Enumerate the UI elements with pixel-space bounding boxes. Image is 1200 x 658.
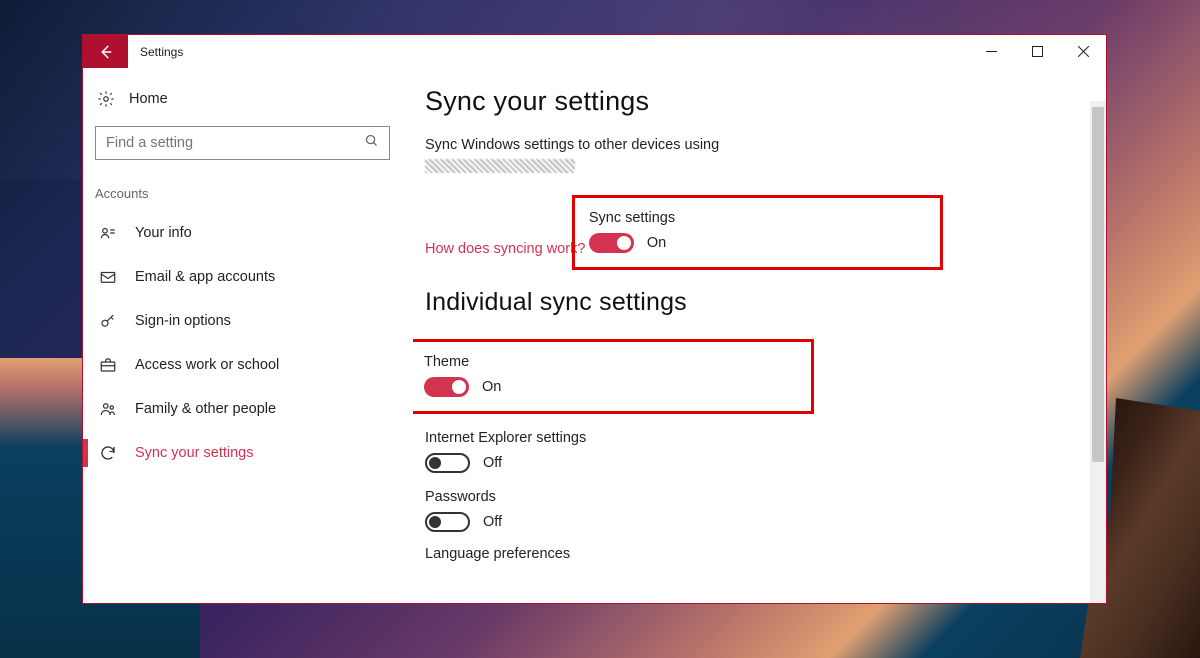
search-icon [364,133,379,153]
maximize-button[interactable] [1014,35,1060,68]
sidebar-item-access-work-school[interactable]: Access work or school [95,343,401,387]
scrollbar[interactable] [1090,101,1106,603]
close-button[interactable] [1060,35,1106,68]
individual-sync-heading: Individual sync settings [425,288,1106,317]
sync-settings-toggle[interactable] [589,233,634,253]
home-button[interactable]: Home [95,80,401,126]
theme-state: On [482,379,501,395]
back-button[interactable] [83,35,128,68]
sidebar-item-label: Sync your settings [135,445,253,461]
gear-icon [97,90,115,108]
language-prefs-label: Language preferences [425,546,1106,562]
ie-settings-state: Off [483,455,502,471]
scrollbar-thumb[interactable] [1092,107,1104,462]
passwords-toggle[interactable] [425,512,470,532]
theme-toggle[interactable] [424,377,469,397]
home-label: Home [129,91,168,107]
page-title: Sync your settings [425,86,1106,117]
sidebar-item-label: Email & app accounts [135,269,275,285]
highlight-sync-settings: Sync settings On [572,195,943,270]
content-area: Sync your settings Sync Windows settings… [413,68,1106,603]
minimize-icon [986,46,997,57]
passwords-state: Off [483,514,502,530]
sidebar-item-label: Access work or school [135,357,279,373]
ie-settings-block: Internet Explorer settings Off [425,428,1106,473]
people-icon [99,400,117,418]
how-syncing-works-link[interactable]: How does syncing work? [425,241,585,257]
passwords-label: Passwords [425,487,1106,505]
account-name-redacted [425,159,575,173]
titlebar: Settings [83,35,1106,68]
sidebar-item-your-info[interactable]: Your info [95,211,401,255]
sync-settings-label: Sync settings [589,208,675,226]
page-description: Sync Windows settings to other devices u… [425,135,1106,177]
settings-window: Settings Home [82,34,1107,604]
window-controls [968,35,1106,68]
sidebar-item-label: Family & other people [135,401,276,417]
ie-settings-label: Internet Explorer settings [425,428,1106,446]
app-title: Settings [128,35,195,68]
sidebar-item-sync-settings[interactable]: Sync your settings [95,431,401,475]
sync-icon [99,444,117,462]
highlight-theme: Theme On [413,339,814,414]
close-icon [1078,46,1089,57]
ie-settings-toggle[interactable] [425,453,470,473]
mail-icon [99,268,117,286]
briefcase-icon [99,356,117,374]
minimize-button[interactable] [968,35,1014,68]
search-input[interactable] [106,135,364,151]
person-card-icon [99,224,117,242]
category-label: Accounts [95,182,401,211]
sidebar-item-signin-options[interactable]: Sign-in options [95,299,401,343]
search-box[interactable] [95,126,390,160]
sidebar-item-label: Your info [135,225,192,241]
sidebar-item-family-people[interactable]: Family & other people [95,387,401,431]
sidebar-item-email-accounts[interactable]: Email & app accounts [95,255,401,299]
sync-settings-state: On [647,235,666,251]
key-icon [99,312,117,330]
theme-label: Theme [424,352,501,370]
passwords-block: Passwords Off [425,487,1106,532]
maximize-icon [1032,46,1043,57]
arrow-left-icon [97,43,115,61]
sidebar: Home Accounts Your info Email & app acc [83,68,413,603]
sidebar-item-label: Sign-in options [135,313,231,329]
